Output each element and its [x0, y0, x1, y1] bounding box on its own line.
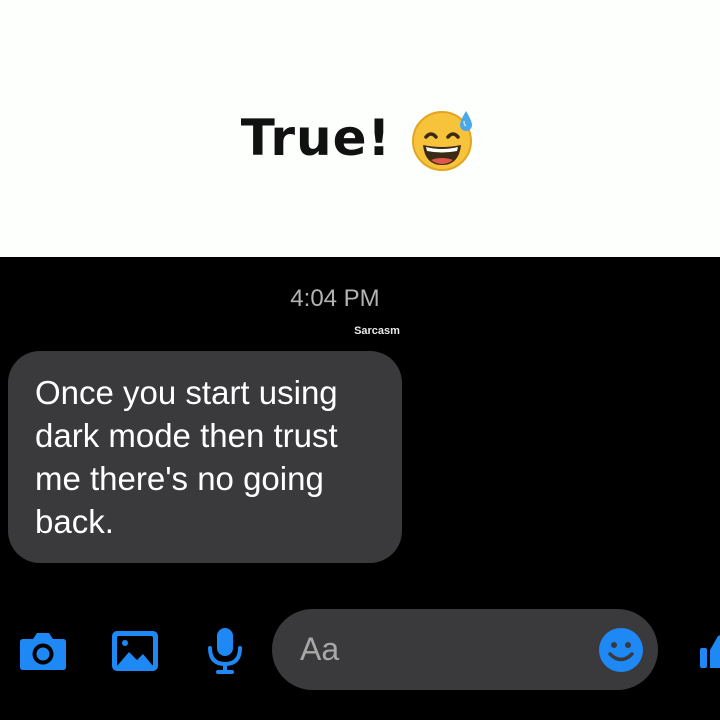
message-composer: Aa: [0, 607, 720, 691]
gallery-button[interactable]: [110, 629, 160, 673]
camera-icon: [20, 633, 66, 670]
like-button[interactable]: [698, 632, 720, 672]
message-bubble[interactable]: Once you start using dark mode then trus…: [8, 351, 402, 563]
message-input-placeholder: Aa: [300, 631, 340, 667]
emoji-button[interactable]: [598, 627, 644, 673]
caption-text: True!: [240, 109, 392, 167]
grinning-face-with-sweat-icon: [409, 103, 479, 173]
chat-thread: 4:04 PM Sarcasm Once you start using dar…: [0, 257, 720, 720]
voice-button[interactable]: [200, 628, 250, 674]
caption: True!: [0, 98, 720, 178]
watermark-text: Sarcasm: [354, 325, 400, 337]
camera-button[interactable]: [18, 629, 68, 673]
screenshot-frame: True! 4:04 PM Sarcasm Once you start usi…: [0, 0, 720, 720]
microphone-icon: [208, 628, 242, 674]
message-timestamp: 4:04 PM: [290, 285, 380, 312]
image-icon: [112, 631, 158, 671]
message-input[interactable]: Aa: [272, 609, 658, 690]
caption-area: True!: [0, 0, 720, 257]
thumbs-up-icon: [700, 635, 720, 668]
emoji-icon: [599, 628, 643, 672]
